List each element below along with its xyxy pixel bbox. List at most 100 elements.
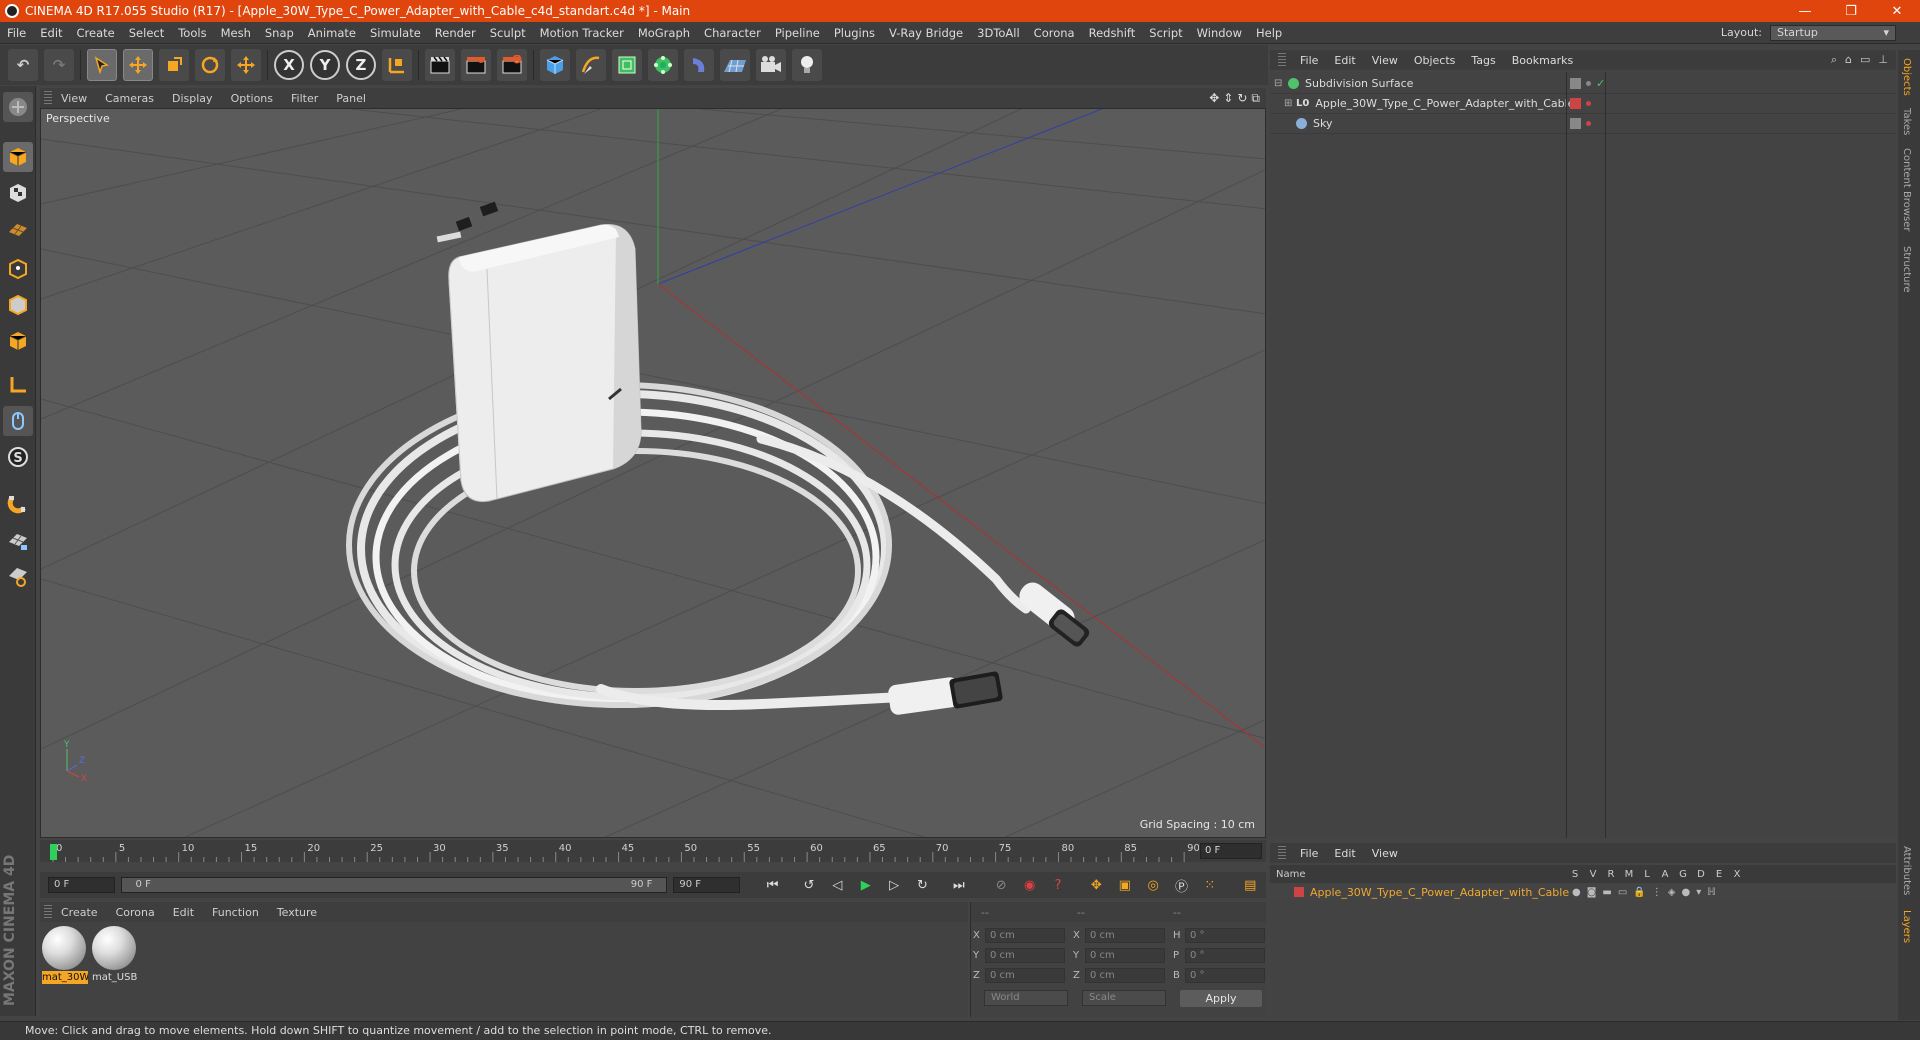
recent-tool-button[interactable]: [231, 49, 261, 81]
object-menu-bookmarks[interactable]: Bookmarks: [1504, 54, 1581, 67]
floor-object-button[interactable]: [720, 49, 750, 81]
menu-select[interactable]: Select: [122, 26, 171, 40]
object-row-sky[interactable]: Sky: [1270, 114, 1896, 134]
lock-workplane-button[interactable]: [3, 526, 33, 556]
model-mode-button[interactable]: [3, 142, 33, 172]
menu-mesh[interactable]: Mesh: [214, 26, 258, 40]
tab-takes[interactable]: Takes: [1901, 108, 1912, 135]
new-view-icon[interactable]: ▭: [1860, 53, 1870, 67]
object-row-subdivision-surface[interactable]: ⊟ Subdivision Surface ✓: [1270, 74, 1896, 94]
polygons-mode-button[interactable]: [3, 326, 33, 356]
menu-character[interactable]: Character: [697, 26, 768, 40]
object-menu-edit[interactable]: Edit: [1326, 54, 1363, 67]
start-frame-field[interactable]: 0 F: [48, 877, 115, 893]
transform-mode-dropdown[interactable]: Scale: [1082, 990, 1166, 1006]
next-key-button[interactable]: ↻: [910, 873, 935, 897]
menu-mograph[interactable]: MoGraph: [631, 26, 697, 40]
rotate-tool-button[interactable]: [195, 49, 225, 81]
expand-toggle-icon[interactable]: ⊞: [1284, 98, 1294, 109]
dock-icon[interactable]: ⊥: [1878, 53, 1888, 67]
tab-objects[interactable]: Objects: [1901, 58, 1912, 96]
spline-pen-button[interactable]: [576, 49, 606, 81]
solo-button[interactable]: S: [3, 442, 33, 472]
material-menu-edit[interactable]: Edit: [164, 906, 203, 919]
timeline-playhead[interactable]: [50, 844, 57, 860]
layer-swatch-icon[interactable]: [1570, 118, 1581, 129]
viewport-menu-display[interactable]: Display: [163, 92, 222, 105]
menu-create[interactable]: Create: [70, 26, 122, 40]
previous-frame-button[interactable]: ◁: [825, 873, 850, 897]
size-y-field[interactable]: 0 cm: [1085, 947, 1165, 963]
coordinate-system-button[interactable]: [382, 49, 412, 81]
menu-window[interactable]: Window: [1190, 26, 1249, 40]
tab-structure[interactable]: Structure: [1901, 246, 1912, 293]
timeline-ruler[interactable]: 0 5 10 15 20 25 30 35 40 45 50 55 60 65 70 75 80 85 90 0 F: [40, 840, 1266, 862]
cube-primitive-button[interactable]: [540, 49, 570, 81]
layer-menu-view[interactable]: View: [1364, 847, 1406, 860]
column-divider[interactable]: [1566, 72, 1567, 838]
orbit-view-icon[interactable]: ↻: [1237, 91, 1247, 106]
enabled-checkmark-icon[interactable]: ✓: [1596, 77, 1605, 90]
column-divider[interactable]: [1605, 72, 1606, 838]
menu-snap[interactable]: Snap: [258, 26, 301, 40]
position-y-field[interactable]: 0 cm: [985, 947, 1065, 963]
maximize-view-icon[interactable]: ⧉: [1251, 91, 1260, 106]
menu-plugins[interactable]: Plugins: [827, 26, 882, 40]
previous-key-button[interactable]: ↺: [796, 873, 821, 897]
rotation-p-field[interactable]: 0 °: [1185, 947, 1265, 963]
timeline-window-button[interactable]: ▤: [1238, 873, 1263, 897]
perspective-viewport[interactable]: Y Z X Perspective Grid Spacing : 10 cm: [40, 108, 1266, 838]
rotation-h-field[interactable]: 0 °: [1185, 927, 1265, 943]
layer-toggle-icons[interactable]: ●◙▬▭🔒⋮◈●▾ℍ: [1572, 887, 1722, 898]
camera-button[interactable]: [756, 49, 786, 81]
go-to-end-button[interactable]: ⏭: [946, 873, 971, 897]
menu-sculpt[interactable]: Sculpt: [483, 26, 533, 40]
object-menu-view[interactable]: View: [1364, 54, 1406, 67]
pan-view-icon[interactable]: ✥: [1209, 91, 1219, 106]
material-menu-create[interactable]: Create: [52, 906, 107, 919]
menu-tools[interactable]: Tools: [171, 26, 213, 40]
render-picture-viewer-button[interactable]: [461, 49, 491, 81]
autokey-button[interactable]: ?: [1045, 873, 1070, 897]
edges-mode-button[interactable]: [3, 290, 33, 320]
size-z-field[interactable]: 0 cm: [1085, 967, 1165, 983]
rotation-b-field[interactable]: 0 °: [1185, 967, 1265, 983]
workplane-mode-button[interactable]: [3, 214, 33, 244]
z-axis-lock-button[interactable]: Z: [346, 50, 376, 80]
viewport-menu-cameras[interactable]: Cameras: [96, 92, 163, 105]
material-swatch-mat-usb[interactable]: mat_USB: [92, 926, 138, 986]
visibility-dot-icon[interactable]: [1586, 121, 1591, 126]
move-tool-button[interactable]: [123, 49, 153, 81]
next-frame-button[interactable]: ▷: [881, 873, 906, 897]
position-x-field[interactable]: 0 cm: [985, 927, 1065, 943]
search-icon[interactable]: ⌕: [1831, 53, 1837, 67]
home-icon[interactable]: ⌂: [1845, 53, 1852, 67]
viewport-menu-filter[interactable]: Filter: [282, 92, 327, 105]
minimize-button[interactable]: —: [1782, 0, 1828, 22]
points-mode-button[interactable]: [3, 254, 33, 284]
close-button[interactable]: ✕: [1874, 0, 1920, 22]
undo-button[interactable]: ↶: [8, 49, 38, 81]
material-menu-function[interactable]: Function: [203, 906, 268, 919]
menu-simulate[interactable]: Simulate: [363, 26, 428, 40]
menu-file[interactable]: File: [0, 26, 33, 40]
visibility-dot-icon[interactable]: [1586, 101, 1591, 106]
scale-tool-button[interactable]: [159, 49, 189, 81]
menu-motion-tracker[interactable]: Motion Tracker: [533, 26, 631, 40]
dolly-view-icon[interactable]: ⇕: [1223, 91, 1233, 106]
viewport-menu-options[interactable]: Options: [222, 92, 282, 105]
go-to-start-button[interactable]: ⏮: [760, 873, 785, 897]
menu-animate[interactable]: Animate: [301, 26, 363, 40]
key-scale-button[interactable]: ▣: [1112, 873, 1137, 897]
object-menu-objects[interactable]: Objects: [1406, 54, 1464, 67]
menu-edit[interactable]: Edit: [33, 26, 69, 40]
tab-attributes[interactable]: Attributes: [1901, 846, 1912, 895]
layer-row[interactable]: Apple_30W_Type_C_Power_Adapter_with_Cabl…: [1270, 883, 1896, 901]
material-menu-corona[interactable]: Corona: [107, 906, 164, 919]
record-active-button[interactable]: ◉: [1017, 873, 1042, 897]
deformer-button[interactable]: [684, 49, 714, 81]
x-axis-lock-button[interactable]: X: [274, 50, 304, 80]
y-axis-lock-button[interactable]: Y: [310, 50, 340, 80]
menu-vray-bridge[interactable]: V-Ray Bridge: [882, 26, 970, 40]
menu-3dtoall[interactable]: 3DToAll: [970, 26, 1027, 40]
